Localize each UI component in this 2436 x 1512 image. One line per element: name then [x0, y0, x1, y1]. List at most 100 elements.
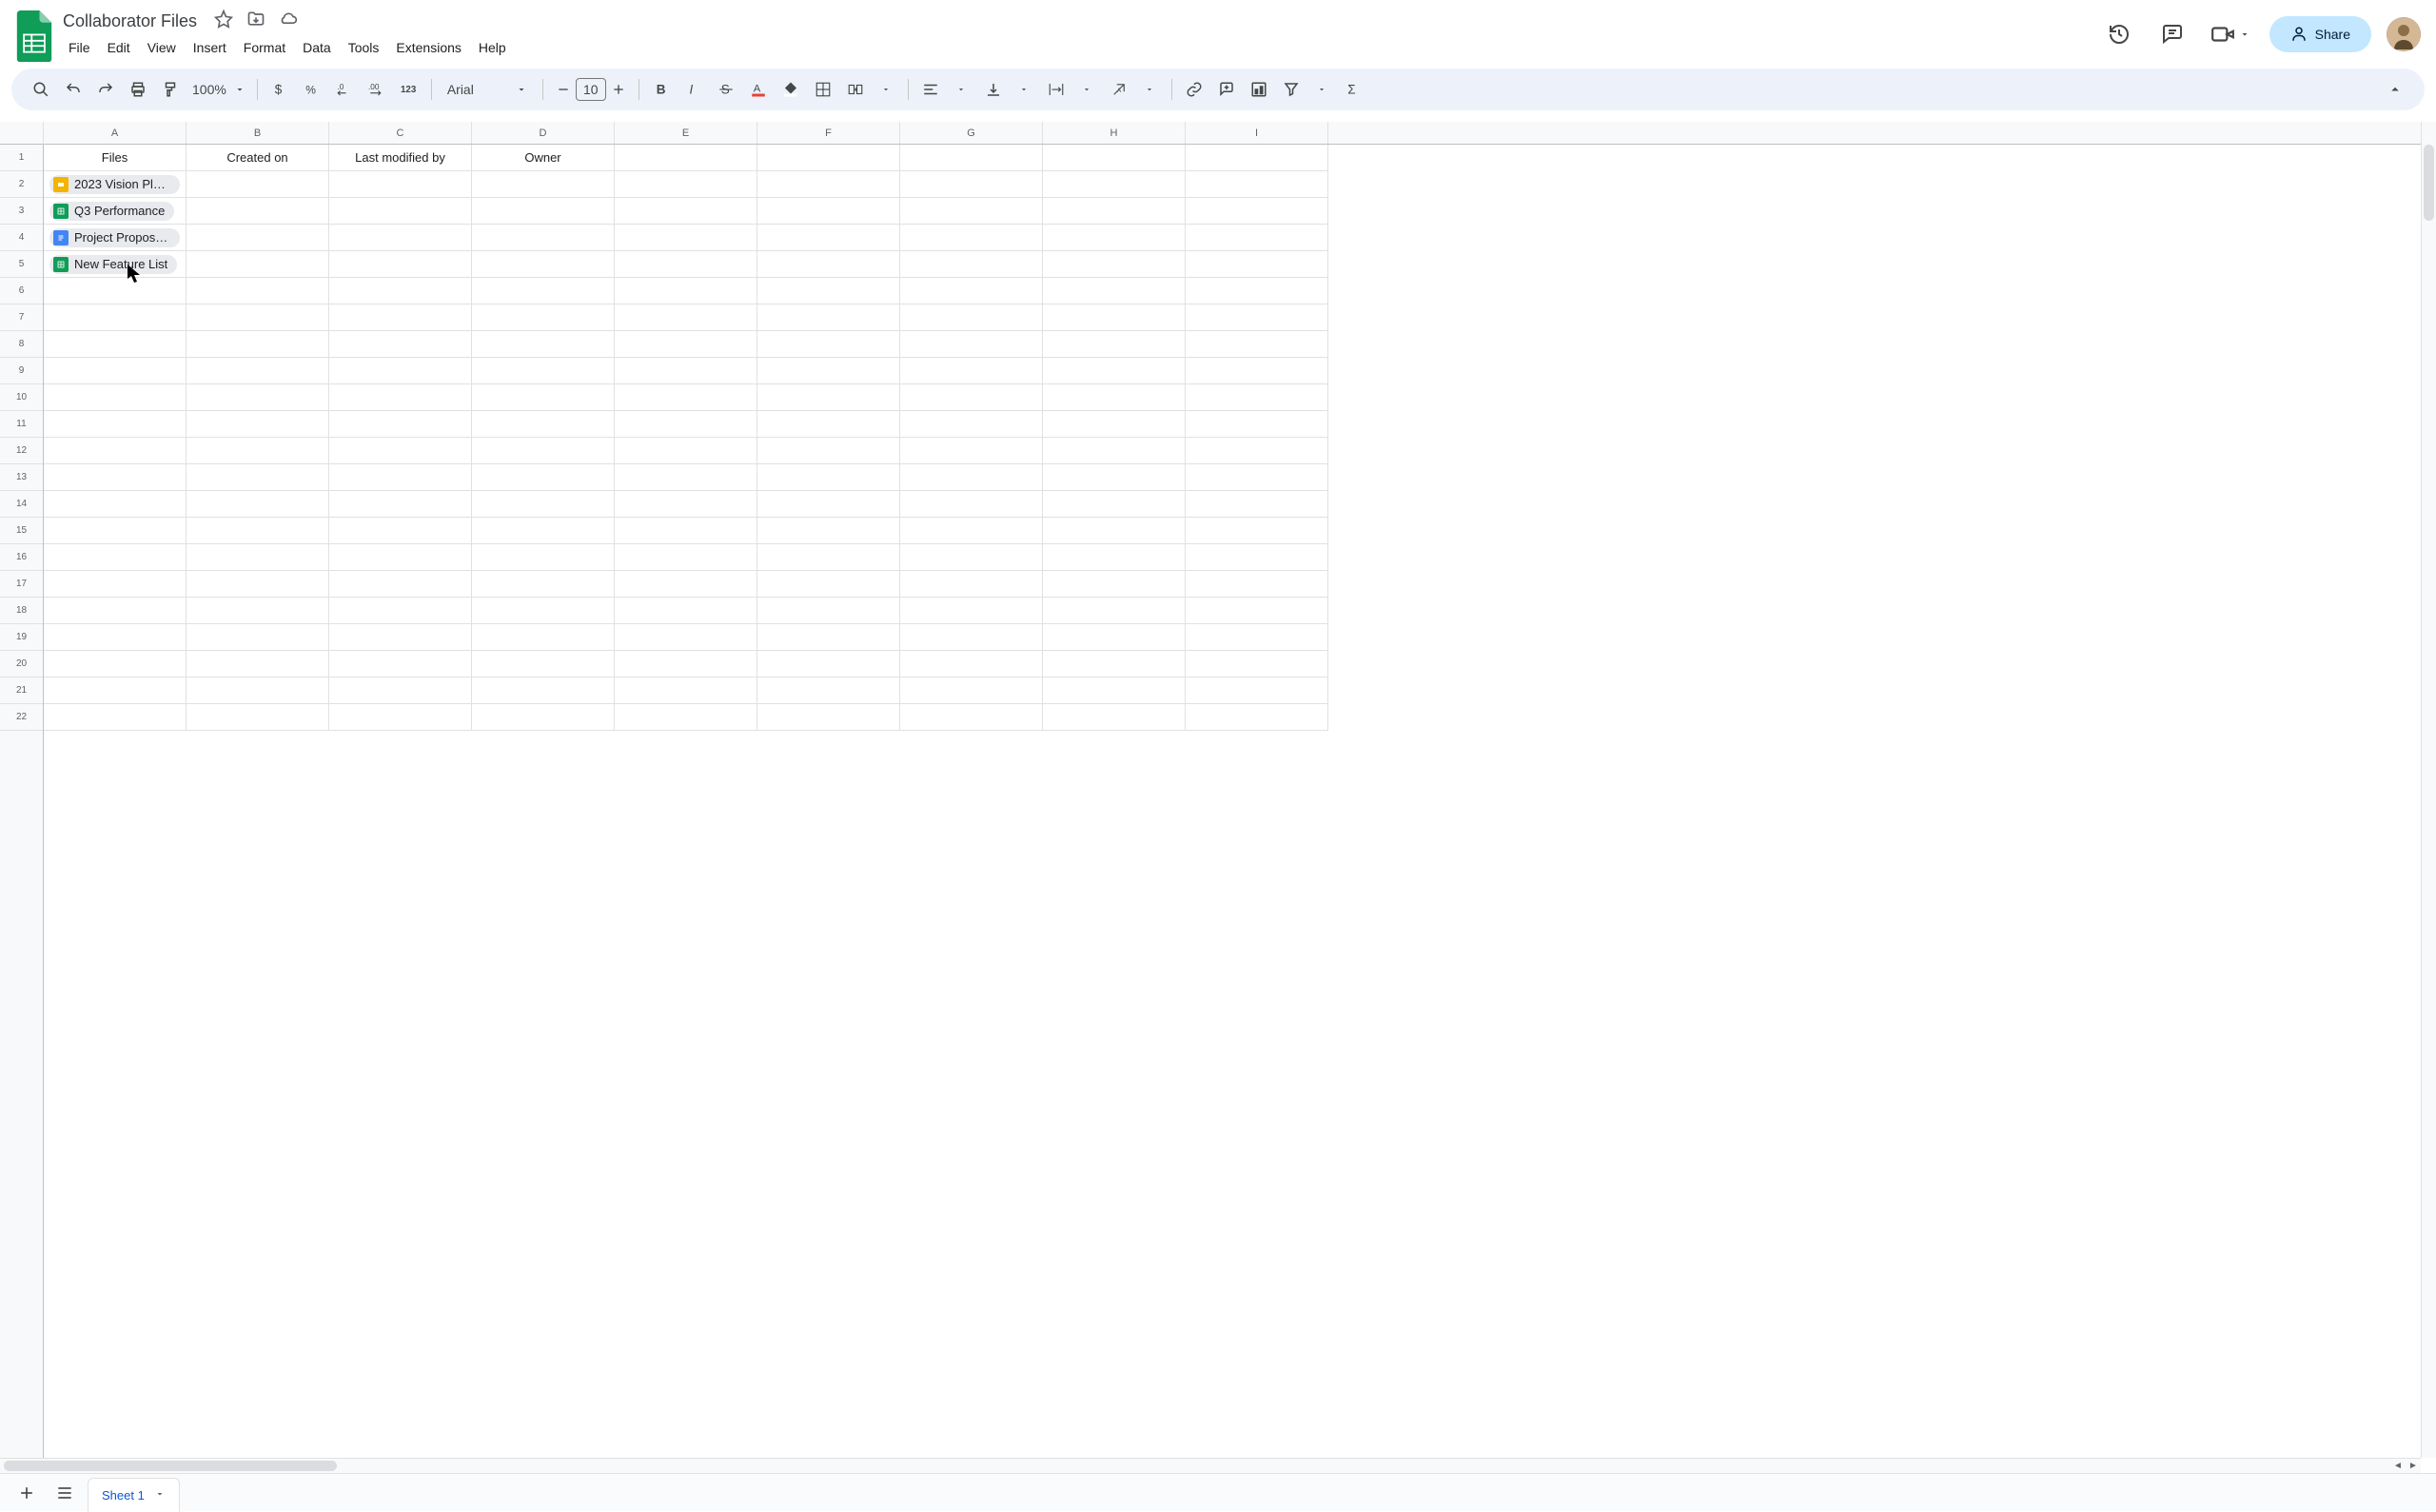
strikethrough-icon[interactable]: S — [712, 75, 740, 104]
cell-F17[interactable] — [757, 571, 900, 598]
row-header-10[interactable]: 10 — [0, 384, 43, 411]
cell-G12[interactable] — [900, 438, 1043, 464]
cell-B18[interactable] — [187, 598, 329, 624]
merge-cells-icon[interactable] — [841, 75, 870, 104]
cell-E15[interactable] — [615, 518, 757, 544]
cell-C10[interactable] — [329, 384, 472, 411]
cell-A17[interactable] — [44, 571, 187, 598]
cell-H6[interactable] — [1043, 278, 1186, 304]
cell-C4[interactable] — [329, 225, 472, 251]
col-header-B[interactable]: B — [187, 122, 329, 144]
cell-G16[interactable] — [900, 544, 1043, 571]
cell-E12[interactable] — [615, 438, 757, 464]
cell-F7[interactable] — [757, 304, 900, 331]
cell-A4[interactable]: Project Proposa... — [44, 225, 187, 251]
cell-D22[interactable] — [472, 704, 615, 731]
cell-G21[interactable] — [900, 677, 1043, 704]
cell-A13[interactable] — [44, 464, 187, 491]
cell-G9[interactable] — [900, 358, 1043, 384]
col-header-I[interactable]: I — [1186, 122, 1328, 144]
cell-I14[interactable] — [1186, 491, 1328, 518]
history-icon[interactable] — [2100, 15, 2138, 53]
cell-C22[interactable] — [329, 704, 472, 731]
cell-B8[interactable] — [187, 331, 329, 358]
cell-E18[interactable] — [615, 598, 757, 624]
cell-F9[interactable] — [757, 358, 900, 384]
cell-H20[interactable] — [1043, 651, 1186, 677]
cell-A10[interactable] — [44, 384, 187, 411]
row-header-1[interactable]: 1 — [0, 145, 43, 171]
cell-B13[interactable] — [187, 464, 329, 491]
decrease-decimal-icon[interactable]: .0 — [330, 75, 359, 104]
cell-E20[interactable] — [615, 651, 757, 677]
sheet-tab[interactable]: Sheet 1 — [88, 1478, 180, 1512]
cell-C21[interactable] — [329, 677, 472, 704]
h-align-icon[interactable] — [916, 75, 945, 104]
font-size-input[interactable] — [576, 78, 606, 101]
row-header-22[interactable]: 22 — [0, 704, 43, 731]
cell-C5[interactable] — [329, 251, 472, 278]
vertical-scrollbar[interactable] — [2421, 122, 2436, 1458]
cell-A19[interactable] — [44, 624, 187, 651]
cell-D11[interactable] — [472, 411, 615, 438]
move-icon[interactable] — [246, 10, 265, 33]
cell-E3[interactable] — [615, 198, 757, 225]
row-header-7[interactable]: 7 — [0, 304, 43, 331]
cell-H2[interactable] — [1043, 171, 1186, 198]
cell-B11[interactable] — [187, 411, 329, 438]
cell-F10[interactable] — [757, 384, 900, 411]
cell-D6[interactable] — [472, 278, 615, 304]
cell-F13[interactable] — [757, 464, 900, 491]
cell-H4[interactable] — [1043, 225, 1186, 251]
sheets-logo[interactable] — [15, 8, 53, 61]
cell-C9[interactable] — [329, 358, 472, 384]
cell-I21[interactable] — [1186, 677, 1328, 704]
menu-insert[interactable]: Insert — [186, 36, 234, 59]
cell-G14[interactable] — [900, 491, 1043, 518]
text-color-icon[interactable]: A — [744, 75, 773, 104]
filter-dropdown-icon[interactable] — [1307, 75, 1336, 104]
cell-D15[interactable] — [472, 518, 615, 544]
cell-C7[interactable] — [329, 304, 472, 331]
cell-I12[interactable] — [1186, 438, 1328, 464]
cell-E19[interactable] — [615, 624, 757, 651]
cell-F15[interactable] — [757, 518, 900, 544]
cell-D7[interactable] — [472, 304, 615, 331]
cell-B5[interactable] — [187, 251, 329, 278]
italic-icon[interactable]: I — [679, 75, 708, 104]
cell-H3[interactable] — [1043, 198, 1186, 225]
cell-H13[interactable] — [1043, 464, 1186, 491]
cell-I18[interactable] — [1186, 598, 1328, 624]
cell-F12[interactable] — [757, 438, 900, 464]
cell-C1[interactable]: Last modified by — [329, 145, 472, 171]
row-header-5[interactable]: 5 — [0, 251, 43, 278]
cell-I3[interactable] — [1186, 198, 1328, 225]
font-select[interactable]: Arial — [440, 82, 535, 97]
cell-A15[interactable] — [44, 518, 187, 544]
chart-icon[interactable] — [1245, 75, 1273, 104]
cell-H10[interactable] — [1043, 384, 1186, 411]
cell-F6[interactable] — [757, 278, 900, 304]
cell-G10[interactable] — [900, 384, 1043, 411]
cell-D1[interactable]: Owner — [472, 145, 615, 171]
cell-G3[interactable] — [900, 198, 1043, 225]
cell-B2[interactable] — [187, 171, 329, 198]
cell-H5[interactable] — [1043, 251, 1186, 278]
cell-A11[interactable] — [44, 411, 187, 438]
cell-D19[interactable] — [472, 624, 615, 651]
horizontal-scrollbar[interactable] — [0, 1458, 2390, 1473]
cell-I1[interactable] — [1186, 145, 1328, 171]
row-header-21[interactable]: 21 — [0, 677, 43, 704]
cell-G2[interactable] — [900, 171, 1043, 198]
cell-C11[interactable] — [329, 411, 472, 438]
cell-E11[interactable] — [615, 411, 757, 438]
file-chip[interactable]: Project Proposa... — [49, 228, 180, 247]
cell-C15[interactable] — [329, 518, 472, 544]
cell-B12[interactable] — [187, 438, 329, 464]
cell-D2[interactable] — [472, 171, 615, 198]
cell-A3[interactable]: Q3 Performance — [44, 198, 187, 225]
col-header-C[interactable]: C — [329, 122, 472, 144]
doc-title[interactable]: Collaborator Files — [61, 11, 197, 31]
cell-H18[interactable] — [1043, 598, 1186, 624]
cell-H12[interactable] — [1043, 438, 1186, 464]
